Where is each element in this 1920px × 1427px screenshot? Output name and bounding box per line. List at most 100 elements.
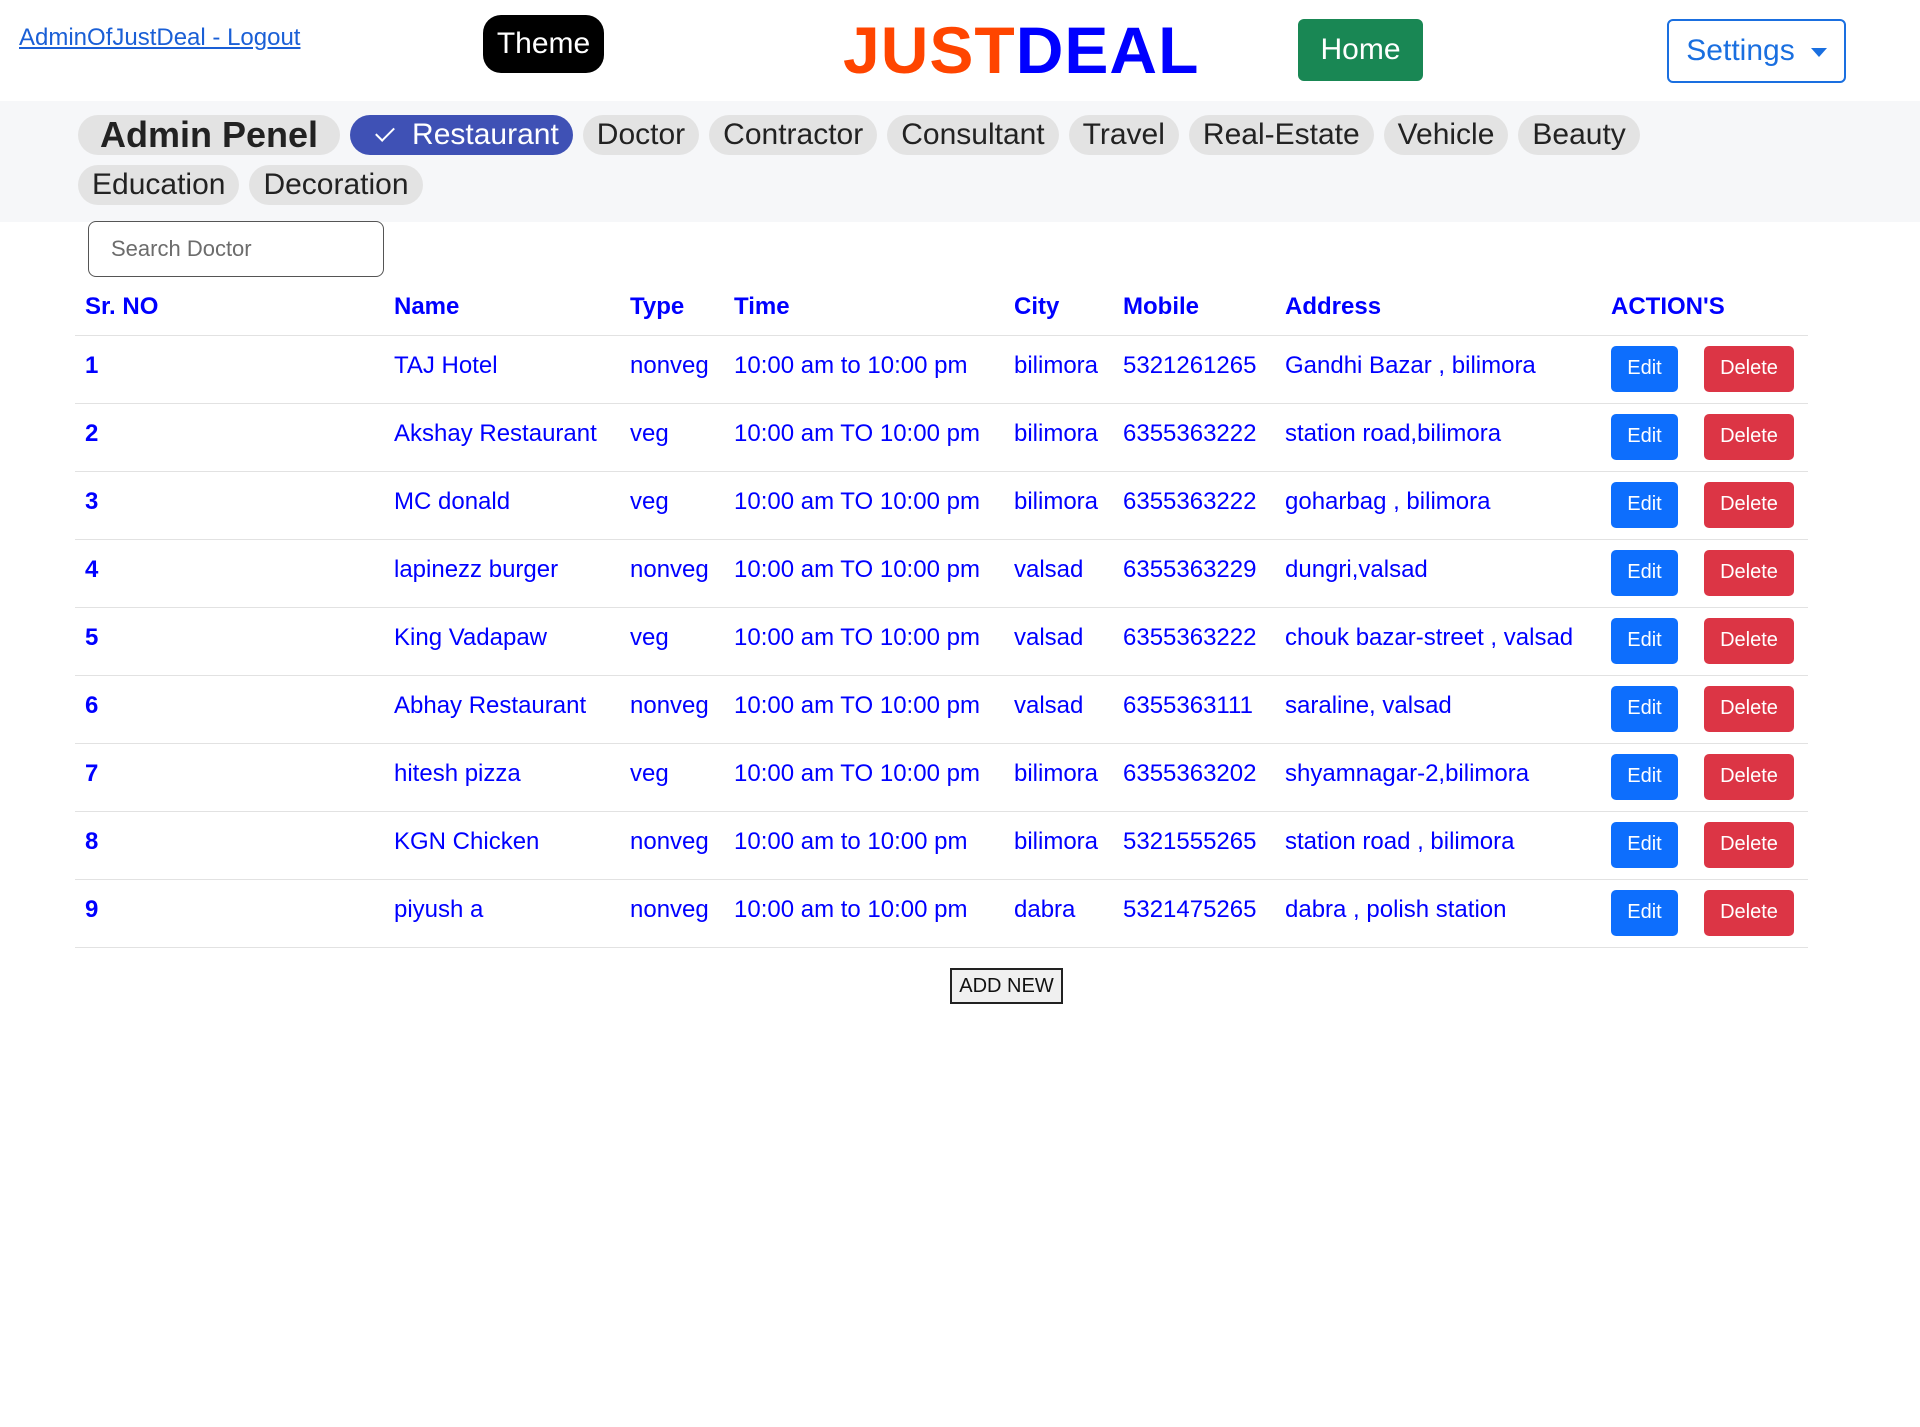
category-chip-label: Restaurant <box>412 118 559 151</box>
table-row: 1 TAJ Hotel nonveg 10:00 am to 10:00 pm bili… <box>75 335 1808 404</box>
category-chip-education[interactable]: Education <box>78 165 240 205</box>
table-row: 3 MC donald veg 10:00 am TO 10:00 pm bilimor… <box>75 471 1808 540</box>
cell-city: valsad <box>1004 675 1113 744</box>
category-chip-label: Education <box>92 168 226 201</box>
cell-time: 10:00 am to 10:00 pm <box>724 335 1004 404</box>
cell-sr: 2 <box>75 403 384 472</box>
category-chip-vehicle[interactable]: Vehicle <box>1383 115 1509 155</box>
cell-address: goharbag , bilimora <box>1275 471 1601 540</box>
edit-button[interactable]: Edit <box>1611 821 1678 868</box>
table-row: 7 hitesh pizza veg 10:00 am TO 10:00 pm bili… <box>75 743 1808 812</box>
delete-button[interactable]: Delete <box>1704 413 1794 460</box>
cell-city: bilimora <box>1004 471 1113 540</box>
search-input[interactable] <box>88 221 384 277</box>
cell-address: dabra , polish station <box>1275 879 1601 948</box>
delete-button[interactable]: Delete <box>1704 685 1794 732</box>
cell-city: valsad <box>1004 607 1113 676</box>
delete-button[interactable]: Delete <box>1704 821 1794 868</box>
edit-button[interactable]: Edit <box>1611 413 1678 460</box>
header-type: Type <box>620 280 724 336</box>
cell-type: nonveg <box>620 879 724 948</box>
edit-button[interactable]: Edit <box>1611 549 1678 596</box>
cell-type: veg <box>620 607 724 676</box>
cell-address: station road,bilimora <box>1275 403 1601 472</box>
header-sr-no: Sr. NO <box>75 280 384 336</box>
cell-mobile: 6355363222 <box>1113 403 1275 472</box>
edit-button[interactable]: Edit <box>1611 889 1678 936</box>
cell-actions: Edit Delete <box>1601 471 1808 540</box>
admin-panel-chip[interactable]: Admin Penel <box>78 114 341 155</box>
category-chip-label: Contractor <box>723 118 864 151</box>
category-chip-travel[interactable]: Travel <box>1068 115 1179 155</box>
cell-mobile: 6355363222 <box>1113 607 1275 676</box>
category-chip-consultant[interactable]: Consultant <box>887 115 1059 155</box>
cell-mobile: 5321261265 <box>1113 335 1275 404</box>
category-chip-label: Consultant <box>901 118 1045 151</box>
cell-mobile: 5321555265 <box>1113 811 1275 880</box>
cell-address: Gandhi Bazar , bilimora <box>1275 335 1601 404</box>
edit-button[interactable]: Edit <box>1611 753 1678 800</box>
restaurant-table-container: Sr. NO Name Type Time City Mobile Addres… <box>75 280 1808 948</box>
table-row: 9 piyush a nonveg 10:00 am to 10:00 pm dabra… <box>75 879 1808 948</box>
cell-name: King Vadapaw <box>384 607 620 676</box>
cell-actions: Edit Delete <box>1601 675 1808 744</box>
header-time: Time <box>724 280 1004 336</box>
table-row: 8 KGN Chicken nonveg 10:00 am to 10:00 pm bi… <box>75 811 1808 880</box>
delete-button[interactable]: Delete <box>1704 549 1794 596</box>
delete-button[interactable]: Delete <box>1704 753 1794 800</box>
category-chip-restaurant[interactable]: Restaurant <box>350 115 573 155</box>
cell-address: dungri,valsad <box>1275 539 1601 608</box>
edit-button[interactable]: Edit <box>1611 345 1678 392</box>
cell-name: MC donald <box>384 471 620 540</box>
settings-dropdown-button[interactable]: Settings <box>1667 19 1846 83</box>
home-button[interactable]: Home <box>1298 19 1423 81</box>
delete-button[interactable]: Delete <box>1704 481 1794 528</box>
category-chip-label: Doctor <box>596 118 686 151</box>
category-chip-label: Beauty <box>1532 118 1626 151</box>
cell-time: 10:00 am TO 10:00 pm <box>724 743 1004 812</box>
cell-address: station road , bilimora <box>1275 811 1601 880</box>
category-chip-label: Travel <box>1082 118 1165 151</box>
edit-button[interactable]: Edit <box>1611 685 1678 732</box>
category-chip-contractor[interactable]: Contractor <box>709 115 878 155</box>
header-actions: ACTION'S <box>1601 280 1808 336</box>
logout-link[interactable]: AdminOfJustDeal - Logout <box>19 24 300 52</box>
edit-button[interactable]: Edit <box>1611 481 1678 528</box>
cell-sr: 1 <box>75 335 384 404</box>
cell-address: shyamnagar-2,bilimora <box>1275 743 1601 812</box>
delete-button[interactable]: Delete <box>1704 617 1794 664</box>
cell-actions: Edit Delete <box>1601 743 1808 812</box>
cell-sr: 3 <box>75 471 384 540</box>
cell-mobile: 6355363222 <box>1113 471 1275 540</box>
category-chip-doctor[interactable]: Doctor <box>582 115 700 155</box>
cell-sr: 7 <box>75 743 384 812</box>
delete-button[interactable]: Delete <box>1704 345 1794 392</box>
cell-mobile: 5321475265 <box>1113 879 1275 948</box>
cell-type: veg <box>620 471 724 540</box>
cell-name: hitesh pizza <box>384 743 620 812</box>
cell-name: Akshay Restaurant <box>384 403 620 472</box>
theme-button[interactable]: Theme <box>483 15 604 73</box>
category-chip-beauty[interactable]: Beauty <box>1518 115 1640 155</box>
add-new-button[interactable]: ADD NEW <box>950 968 1063 1004</box>
cell-time: 10:00 am to 10:00 pm <box>724 879 1004 948</box>
cell-actions: Edit Delete <box>1601 607 1808 676</box>
header-mobile: Mobile <box>1113 280 1275 336</box>
cell-city: bilimora <box>1004 743 1113 812</box>
category-chip-real-estate[interactable]: Real-Estate <box>1188 115 1374 155</box>
cell-name: Abhay Restaurant <box>384 675 620 744</box>
cell-name: KGN Chicken <box>384 811 620 880</box>
cell-type: veg <box>620 403 724 472</box>
cell-time: 10:00 am to 10:00 pm <box>724 811 1004 880</box>
cell-mobile: 6355363229 <box>1113 539 1275 608</box>
category-chip-decoration[interactable]: Decoration <box>249 165 423 205</box>
cell-type: nonveg <box>620 675 724 744</box>
edit-button[interactable]: Edit <box>1611 617 1678 664</box>
check-icon <box>375 122 395 142</box>
delete-button[interactable]: Delete <box>1704 889 1794 936</box>
cell-name: piyush a <box>384 879 620 948</box>
category-bar: Admin Penel Restaurant Doctor Contractor Co… <box>0 101 1920 222</box>
cell-mobile: 6355363202 <box>1113 743 1275 812</box>
brand-just: JUST <box>843 13 1016 87</box>
cell-city: bilimora <box>1004 811 1113 880</box>
